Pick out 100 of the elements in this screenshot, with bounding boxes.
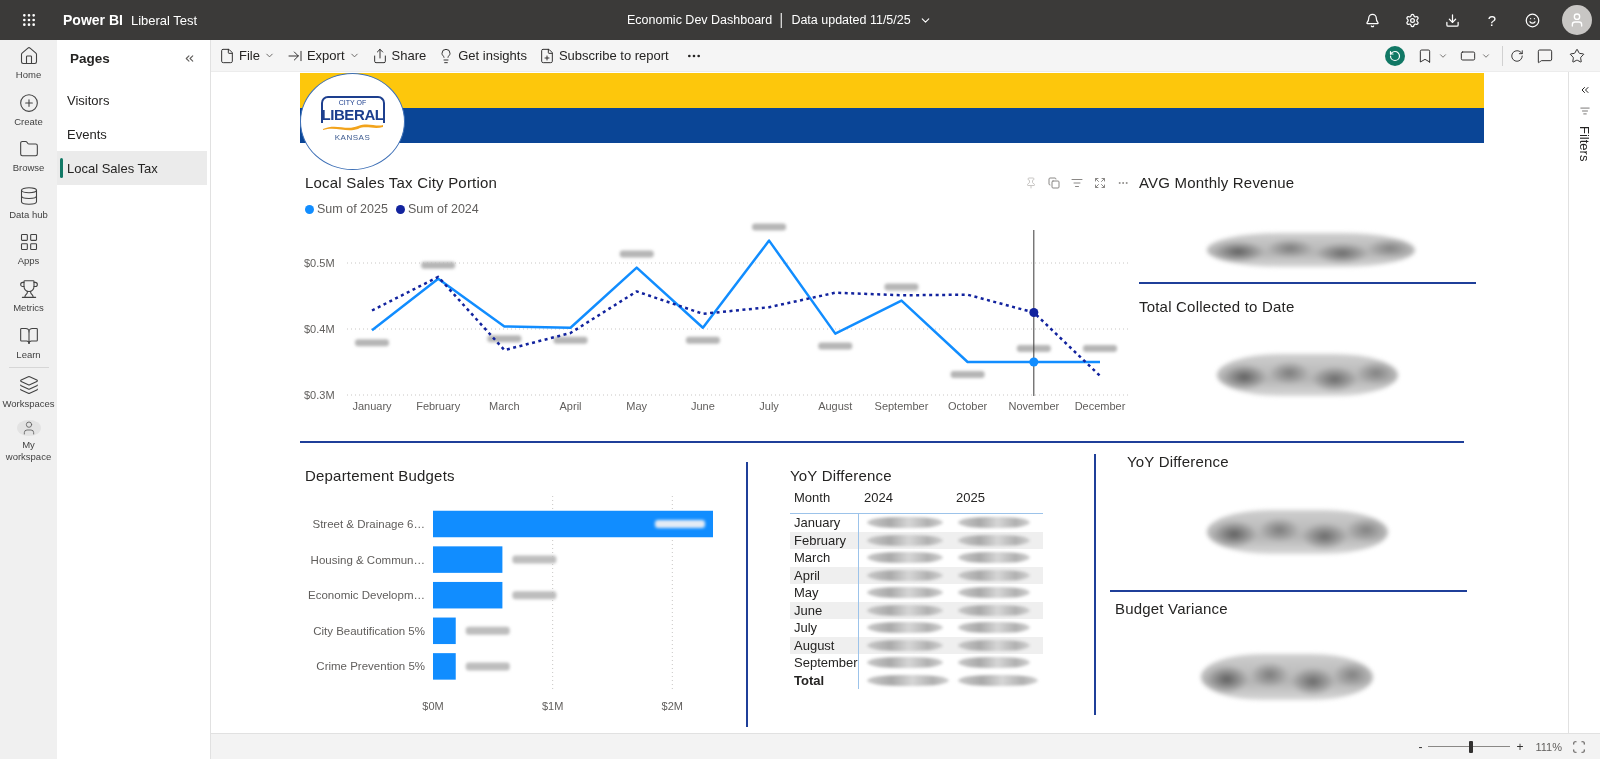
table-cell: Total: [790, 671, 859, 689]
nav-item[interactable]: Apps: [0, 226, 57, 273]
settings-icon[interactable]: [1404, 12, 1420, 28]
share-button[interactable]: Share: [366, 41, 432, 70]
axis-label: $0.5M: [304, 257, 335, 269]
blurred-cell-value: [958, 552, 1030, 564]
help-button[interactable]: ?: [1485, 11, 1499, 29]
bookmark-button[interactable]: [1417, 47, 1448, 64]
chart-title: Departement Budgets: [305, 467, 455, 485]
blurred-data-label: [487, 335, 522, 343]
logo-state-text: KANSAS: [334, 133, 371, 142]
axis-label: $0M: [422, 700, 444, 712]
fit-page-icon[interactable]: [1572, 739, 1586, 754]
document-plus-icon: [538, 47, 555, 64]
zoom-out-button[interactable]: -: [1416, 739, 1425, 754]
nav-item[interactable]: Metrics: [0, 272, 57, 320]
category-label: Crime Prevention 5%: [316, 660, 425, 673]
table-cell: April: [790, 566, 859, 584]
table-cell: March: [790, 549, 859, 567]
bar: [433, 653, 456, 680]
logo-name: LIBERAL: [321, 107, 384, 123]
share-icon: [371, 47, 388, 64]
table-cell: July: [790, 619, 859, 637]
nav-item[interactable]: Browse: [0, 133, 57, 180]
nav-item[interactable]: Data hub: [0, 179, 57, 227]
axis-label: $0.3M: [304, 389, 335, 401]
filters-pane-label[interactable]: Filters: [1577, 126, 1592, 162]
file-menu-button[interactable]: File: [214, 41, 280, 70]
subscribe-button[interactable]: Subscribe to report: [533, 41, 674, 70]
axis-label: August: [818, 400, 853, 412]
insights-button[interactable]: Get insights: [433, 41, 532, 70]
blurred-data-label: [655, 520, 705, 528]
blurred-data-label: [818, 342, 853, 350]
person-icon: [16, 419, 41, 436]
trophy-icon: [18, 278, 39, 299]
nav-item[interactable]: Workspaces: [0, 369, 57, 416]
column-header: 2024: [864, 489, 893, 507]
blurred-data-label: [553, 336, 588, 344]
legend-label: Sum of 2025: [317, 202, 388, 216]
bell-icon[interactable]: [1364, 12, 1380, 28]
page-tab[interactable]: Events: [57, 117, 207, 152]
blurred-data-label: [355, 339, 389, 347]
book-icon: [18, 325, 39, 346]
table-cell: January: [790, 514, 859, 532]
column-header: 2025: [956, 489, 985, 507]
stacked-windows-icon: [18, 375, 39, 396]
nav-item[interactable]: Learn: [0, 319, 57, 367]
hover-point: [1029, 357, 1039, 367]
blurred-cell-value: [958, 657, 1030, 669]
nav-item[interactable]: Home: [0, 40, 57, 87]
blurred-data-label: [465, 662, 510, 671]
zoom-reading: 111%: [1535, 740, 1562, 753]
blurred-data-label: [685, 336, 720, 344]
bar: [433, 581, 503, 609]
axis-label: February: [416, 400, 461, 412]
star-icon[interactable]: [1569, 47, 1585, 64]
axis-label: November: [1008, 400, 1060, 412]
blurred-data-label: [752, 223, 787, 231]
category-label: Street & Drainage 6…: [312, 518, 425, 530]
download-icon[interactable]: [1444, 12, 1460, 28]
axis-label: September: [874, 400, 929, 412]
page-tab[interactable]: Local Sales Tax: [57, 151, 207, 186]
document-icon: [219, 47, 235, 64]
database-icon: [18, 185, 39, 206]
filter-icon: [1579, 106, 1590, 116]
zoom-in-button[interactable]: +: [1514, 739, 1526, 754]
page-tab[interactable]: Visitors: [57, 84, 207, 118]
report-title: Economic Dev Dashboard: [627, 13, 773, 27]
blurred-data-label: [421, 261, 456, 269]
column-header: Month: [794, 489, 831, 507]
avatar-icon[interactable]: [1562, 5, 1592, 35]
axis-label: April: [559, 400, 582, 412]
nav-item[interactable]: Create: [0, 86, 57, 134]
export-menu-button[interactable]: Export: [281, 41, 365, 70]
card-title: YoY Difference: [1127, 453, 1229, 471]
bookmark-icon: [1417, 47, 1433, 64]
smiley-icon[interactable]: [1524, 12, 1540, 28]
blurred-cell-value: [958, 622, 1030, 634]
axis-label: January: [352, 400, 392, 412]
nav-item[interactable]: My workspace: [0, 415, 57, 463]
category-label: Economic Developm…: [308, 589, 425, 602]
legend-label: Sum of 2024: [407, 202, 479, 216]
filter-icon[interactable]: [1071, 177, 1083, 189]
blurred-cell-value: [958, 604, 1030, 616]
bar: [433, 617, 456, 645]
axis-label: October: [948, 400, 988, 412]
table-cell: February: [790, 531, 859, 549]
waffle-menu-icon[interactable]: [20, 12, 37, 28]
table-cell: September: [790, 654, 859, 672]
slider-thumb[interactable]: [1469, 740, 1474, 753]
comment-icon[interactable]: [1537, 47, 1553, 64]
blurred-cell-value: [958, 517, 1030, 529]
refresh-icon[interactable]: [1510, 48, 1524, 63]
axis-label: June: [691, 400, 715, 412]
axis-label: $0.4M: [304, 323, 335, 335]
blurred-data-label: [619, 250, 654, 258]
data-updated-text: Data updated 11/5/25: [791, 13, 911, 27]
pages-title: Pages: [70, 50, 110, 66]
category-label: Housing & Commun…: [310, 553, 425, 566]
expand-icon[interactable]: [1094, 177, 1106, 189]
